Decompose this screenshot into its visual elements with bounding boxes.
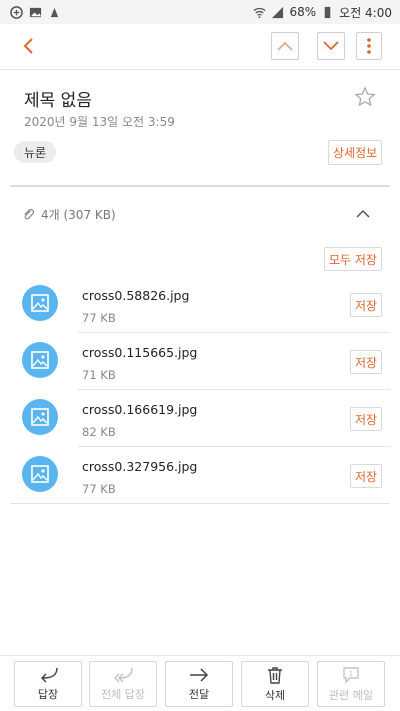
- app-notification-icon: [50, 7, 59, 17]
- more-vertical-icon: [367, 38, 371, 54]
- related-mail-label: 관련 메일: [329, 689, 373, 702]
- attachment-item[interactable]: cross0.115665.jpg 71 KB 저장: [0, 333, 400, 390]
- image-file-icon: [22, 285, 58, 321]
- attachment-size: 77 KB: [82, 482, 116, 496]
- save-attachment-button[interactable]: 저장: [350, 407, 383, 431]
- forward-label: 전달: [188, 688, 210, 701]
- more-options-button[interactable]: [356, 32, 382, 60]
- folder-chip[interactable]: 뉴론: [14, 141, 57, 163]
- bottom-action-bar: 답장 전체 답장 전달 삭제 1 관련 메일: [0, 655, 400, 711]
- battery-icon: [324, 6, 331, 18]
- attachment-name: cross0.166619.jpg: [82, 402, 198, 417]
- header-divider: [10, 185, 390, 187]
- attachment-list: cross0.58826.jpg 77 KB 저장 cross0.115665.…: [0, 276, 400, 504]
- collapse-attachments-button[interactable]: [352, 202, 374, 224]
- forward-arrow-icon: [190, 668, 209, 682]
- status-bar-notifications: [10, 5, 61, 19]
- chevron-up-icon: [277, 41, 293, 51]
- save-all-button[interactable]: 모두 저장: [324, 247, 382, 271]
- attachments-count: 4개 (307 KB): [41, 208, 116, 222]
- save-attachment-button[interactable]: 저장: [350, 464, 383, 488]
- related-mail-button[interactable]: 1 관련 메일: [317, 661, 385, 707]
- save-attachment-button[interactable]: 저장: [350, 350, 383, 374]
- attachment-item[interactable]: cross0.166619.jpg 82 KB 저장: [0, 390, 400, 447]
- battery-percent: 68%: [289, 5, 317, 19]
- chevron-down-icon: [323, 41, 339, 51]
- attachment-name: cross0.58826.jpg: [82, 288, 190, 303]
- attachments-summary: 4개 (307 KB): [22, 206, 116, 223]
- wifi-icon: [253, 7, 266, 18]
- chevron-up-icon: [356, 209, 370, 218]
- back-button[interactable]: [16, 34, 40, 58]
- save-attachment-button[interactable]: 저장: [350, 293, 383, 317]
- paperclip-icon: [24, 208, 35, 220]
- image-file-icon: [22, 456, 58, 492]
- mail-date: 2020년 9월 13일 오전 3:59: [24, 115, 175, 129]
- mail-subject: 제목 없음: [24, 91, 92, 111]
- reply-label: 답장: [37, 688, 59, 701]
- star-icon: [354, 86, 376, 107]
- attachment-item[interactable]: cross0.327956.jpg 77 KB 저장: [0, 447, 400, 504]
- attachment-name: cross0.115665.jpg: [82, 345, 198, 360]
- attachment-size: 82 KB: [82, 425, 116, 439]
- delete-button[interactable]: 삭제: [241, 661, 309, 707]
- attachment-name: cross0.327956.jpg: [82, 459, 198, 474]
- image-notification-icon: [29, 7, 42, 17]
- attachment-item[interactable]: cross0.58826.jpg 77 KB 저장: [0, 276, 400, 333]
- top-toolbar: [0, 24, 400, 70]
- reply-icon: [40, 667, 58, 683]
- favorite-star-button[interactable]: [354, 86, 376, 108]
- previous-mail-button[interactable]: [271, 32, 299, 60]
- attachment-size: 71 KB: [82, 368, 116, 382]
- reply-all-icon: [113, 667, 133, 683]
- clock: 오전 4:00: [339, 5, 392, 20]
- forward-button[interactable]: 전달: [165, 661, 233, 707]
- delete-label: 삭제: [264, 689, 286, 702]
- next-mail-button[interactable]: [317, 32, 345, 60]
- reply-all-label: 전체 답장: [101, 688, 145, 701]
- image-file-icon: [22, 342, 58, 378]
- status-bar-system: 68% 오전 4:00: [253, 4, 392, 21]
- trash-icon: [268, 667, 282, 684]
- signal-icon: [272, 6, 284, 18]
- related-mail-icon: 1: [343, 667, 359, 684]
- details-button[interactable]: 상세정보: [328, 140, 383, 165]
- back-arrow-icon: [23, 38, 33, 54]
- sync-icon: [10, 5, 23, 19]
- attachment-size: 77 KB: [82, 311, 116, 325]
- status-bar: 68% 오전 4:00: [0, 0, 400, 24]
- svg-text:1: 1: [349, 670, 353, 678]
- row-divider: [10, 503, 390, 504]
- reply-button[interactable]: 답장: [14, 661, 82, 707]
- image-file-icon: [22, 399, 58, 435]
- reply-all-button[interactable]: 전체 답장: [89, 661, 157, 707]
